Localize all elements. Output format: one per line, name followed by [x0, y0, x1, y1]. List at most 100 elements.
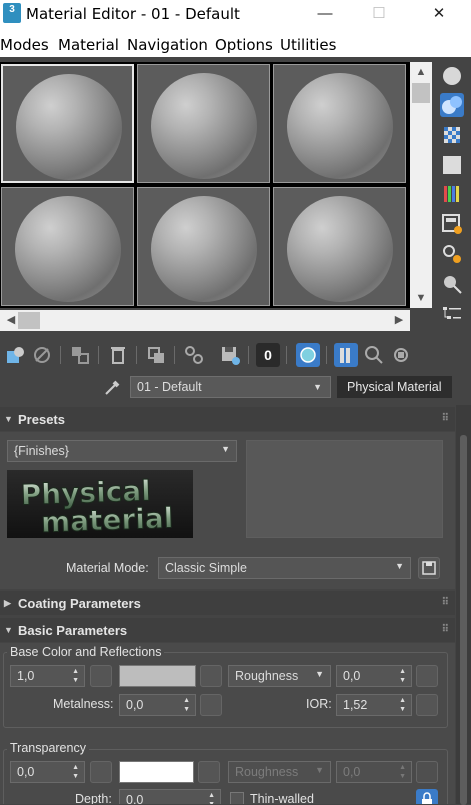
get-material-icon[interactable] [3, 343, 27, 367]
transparency-weight-map-button[interactable] [90, 761, 112, 783]
transparency-roughness-map-button[interactable] [416, 761, 438, 783]
app-icon: 3 [3, 3, 21, 23]
spinner-arrows-icon: ▲▼ [72, 764, 79, 780]
transparency-color-swatch[interactable] [119, 761, 194, 783]
material-map-navigator-icon[interactable] [440, 302, 464, 326]
finishes-dropdown[interactable]: {Finishes} ▼ [7, 440, 237, 462]
presets-rollout-header[interactable]: ▼ Presets ⠿ [0, 407, 455, 431]
assign-material-to-selection-icon[interactable] [68, 343, 92, 367]
sample-slot[interactable] [137, 187, 270, 306]
window-title: Material Editor - 01 - Default [26, 5, 240, 23]
ior-label: IOR: [306, 697, 332, 711]
scroll-up-icon[interactable]: ▲ [410, 62, 432, 82]
maximize-button[interactable]: ☐ [356, 0, 402, 30]
metalness-map-button[interactable] [200, 694, 222, 716]
menu-options[interactable]: Options [215, 36, 273, 54]
sample-slot[interactable] [137, 64, 270, 183]
save-preset-button[interactable] [418, 557, 440, 579]
options-gear-icon[interactable] [440, 242, 464, 266]
material-mode-dropdown[interactable]: Classic Simple ▼ [158, 557, 411, 579]
make-preview-icon[interactable] [440, 212, 464, 236]
base-color-swatch[interactable] [119, 665, 196, 687]
base-color-map-button[interactable] [200, 665, 222, 687]
scroll-right-icon[interactable]: ▶ [388, 310, 410, 330]
spinner-arrows-icon: ▲▼ [399, 764, 406, 780]
sample-sphere [151, 73, 257, 179]
sample-uv-tiling-icon[interactable] [440, 153, 464, 177]
delete-icon[interactable] [106, 343, 130, 367]
select-by-material-icon[interactable] [440, 272, 464, 296]
thin-walled-checkbox[interactable] [230, 792, 244, 804]
ior-map-button[interactable] [416, 694, 438, 716]
spinner-arrows-icon: ▲▼ [183, 697, 190, 713]
coating-parameters-rollout-header[interactable]: ▶ Coating Parameters ⠿ [0, 591, 455, 615]
grip-icon: ⠿ [441, 413, 449, 424]
scroll-thumb[interactable] [460, 435, 467, 805]
go-to-parent-icon[interactable] [362, 343, 386, 367]
metalness-spinner[interactable]: 0,0 ▲ ▼ [119, 694, 196, 716]
title-bar: 3 Material Editor - 01 - Default — ☐ ✕ [0, 0, 471, 30]
roughness-mode-dropdown[interactable]: Roughness ▼ [228, 665, 331, 687]
presets-rollout-body: {Finishes} ▼ Physical material Material M… [0, 432, 455, 589]
background-checker-icon[interactable] [440, 123, 464, 147]
sample-type-sphere-icon[interactable] [440, 64, 464, 88]
scroll-down-icon[interactable]: ▼ [410, 288, 432, 308]
material-type-button[interactable]: Physical Material [337, 376, 452, 398]
sample-sphere [151, 196, 257, 302]
slots-vertical-scrollbar[interactable]: ▲ ▼ [410, 62, 432, 308]
panel-scrollbar[interactable] [456, 405, 471, 805]
sample-sphere [287, 196, 393, 302]
close-button[interactable]: ✕ [416, 0, 462, 30]
sample-slot[interactable] [273, 187, 406, 306]
scroll-thumb[interactable] [412, 83, 430, 103]
base-weight-map-button[interactable] [90, 665, 112, 687]
spinner-arrows-icon: ▲▼ [399, 697, 406, 713]
show-shaded-material-in-viewport-icon[interactable] [296, 343, 320, 367]
logo-text-line2: material [40, 501, 173, 538]
chevron-down-icon: ▼ [395, 561, 404, 571]
menu-modes[interactable]: Modes [0, 36, 49, 54]
collapse-arrow-icon: ▼ [4, 414, 13, 424]
transparency-roughness-spinner[interactable]: 0,0 ▲ ▼ [336, 761, 412, 783]
sample-slot[interactable] [1, 187, 134, 306]
sample-sphere [287, 73, 393, 179]
spinner-arrows-icon: ▲▼ [208, 792, 215, 804]
base-weight-spinner[interactable]: 1,0 ▲ ▼ [10, 665, 85, 687]
transparency-color-map-button[interactable] [198, 761, 220, 783]
sample-slot[interactable] [1, 64, 134, 183]
put-to-library-icon[interactable] [218, 343, 242, 367]
video-color-check-icon[interactable] [440, 182, 464, 206]
menu-material[interactable]: Material [58, 36, 119, 54]
menu-utilities[interactable]: Utilities [280, 36, 336, 54]
lock-icon[interactable] [416, 789, 438, 804]
collapse-arrow-icon: ▼ [4, 625, 13, 635]
chevron-down-icon: ▼ [315, 765, 324, 775]
make-material-copy-icon[interactable] [144, 343, 168, 367]
transparency-roughness-mode-dropdown[interactable]: Roughness ▼ [228, 761, 331, 783]
roughness-map-button[interactable] [416, 665, 438, 687]
put-material-to-scene-icon[interactable] [30, 343, 54, 367]
material-name-dropdown[interactable]: 01 - Default ▼ [130, 376, 331, 398]
make-unique-icon[interactable] [182, 343, 206, 367]
roughness-spinner[interactable]: 0,0 ▲ ▼ [336, 665, 412, 687]
basic-parameters-body: Base Color and Reflections 1,0 ▲ ▼ Roughne… [0, 643, 455, 804]
material-id-channel-button[interactable]: 0 [256, 343, 280, 367]
depth-label: Depth: [75, 792, 112, 804]
scroll-thumb[interactable] [18, 312, 40, 329]
backlight-icon[interactable] [440, 93, 464, 117]
material-name-row: 01 - Default ▼ Physical Material [0, 373, 471, 401]
chevron-down-icon: ▼ [221, 444, 230, 454]
material-mode-label: Material Mode: [66, 561, 149, 575]
transparency-weight-spinner[interactable]: 0,0 ▲ ▼ [10, 761, 85, 783]
eyedropper-icon[interactable] [102, 377, 122, 397]
menu-navigation[interactable]: Navigation [127, 36, 208, 54]
sample-slot[interactable] [273, 64, 406, 183]
show-end-result-icon[interactable] [334, 343, 358, 367]
minimize-button[interactable]: — [302, 0, 348, 30]
depth-spinner[interactable]: 0,0▲▼ [119, 789, 221, 804]
go-forward-to-sibling-icon[interactable] [390, 343, 414, 367]
ior-spinner[interactable]: 1,52 ▲ ▼ [336, 694, 412, 716]
chevron-down-icon: ▼ [315, 669, 324, 679]
slots-horizontal-scrollbar[interactable]: ◀ ▶ [0, 310, 410, 331]
basic-parameters-rollout-header[interactable]: ▼ Basic Parameters ⠿ [0, 618, 455, 642]
